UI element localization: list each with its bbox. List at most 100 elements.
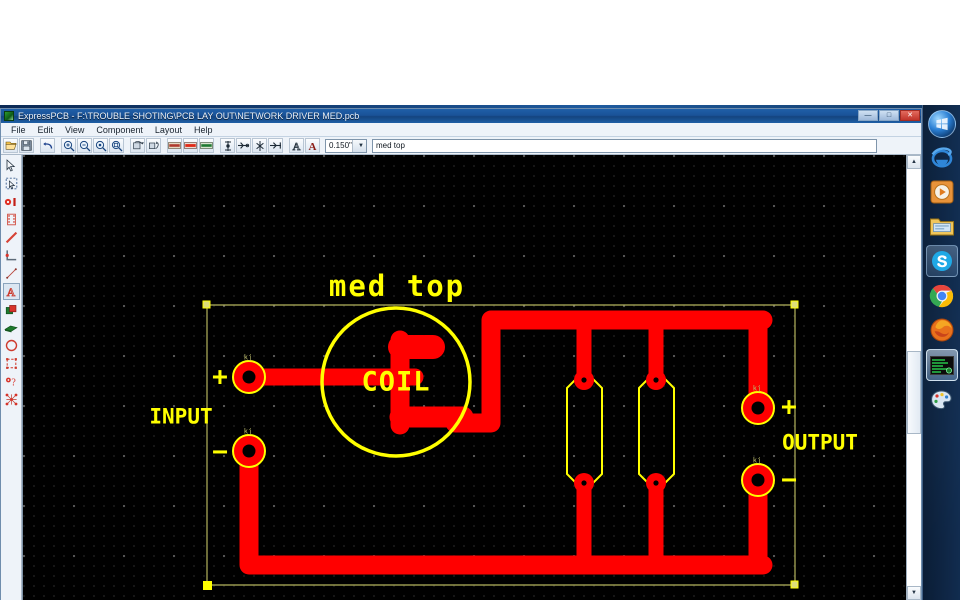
place-component-tool[interactable]: [2, 211, 20, 228]
close-button[interactable]: ✕: [900, 110, 920, 121]
place-pad-tool[interactable]: [2, 193, 20, 210]
expresspcb-window: ExpressPCB - F:\TROUBLE SHOTING\PCB LAY …: [0, 108, 922, 600]
place-rect-outline-tool[interactable]: [2, 355, 20, 372]
flip-component-button[interactable]: [146, 138, 161, 153]
text-bold-icon: A: [309, 141, 317, 152]
text-bold-button[interactable]: A: [305, 138, 320, 153]
top-layer-button[interactable]: [167, 138, 182, 153]
place-circle-tool[interactable]: [2, 337, 20, 354]
pad-tag-output-minus: kj: [752, 456, 762, 465]
text-entry-field[interactable]: med top: [372, 138, 877, 153]
component-outlines: [566, 378, 675, 484]
extend-trace-button[interactable]: [268, 138, 283, 153]
toolbar-separator-1: [35, 138, 39, 153]
menu-file[interactable]: File: [5, 124, 32, 136]
scrollbar-thumb[interactable]: [907, 351, 921, 434]
net-ratsnest-icon: [5, 393, 17, 406]
bottom-layer-button[interactable]: [183, 138, 198, 153]
insert-via-button[interactable]: [220, 138, 235, 153]
toolbar-separator-2: [56, 138, 60, 153]
scroll-down-button[interactable]: ▼: [907, 586, 921, 600]
svg-text:A: A: [309, 141, 317, 152]
zoom-in-button[interactable]: [61, 138, 76, 153]
undo-button[interactable]: [40, 138, 55, 153]
toolbar-separator-4: [162, 138, 166, 153]
pad-tag-input-minus: kj: [243, 427, 253, 436]
place-trace-tool[interactable]: [2, 229, 20, 246]
marquee-select-icon: [5, 177, 17, 190]
expresspcb-icon: [929, 355, 954, 375]
menu-layout[interactable]: Layout: [149, 124, 188, 136]
screen-root: ExpressPCB - F:\TROUBLE SHOTING\PCB LAY …: [0, 0, 960, 600]
skype-button[interactable]: [925, 245, 958, 277]
svg-text:A: A: [293, 141, 301, 152]
firefox-button[interactable]: [927, 315, 957, 345]
insert-via-tool[interactable]: ?: [2, 373, 20, 390]
place-plane-tool[interactable]: [2, 319, 20, 336]
coil-label: COIL: [361, 366, 431, 398]
windows-media-player-button[interactable]: [927, 177, 957, 207]
filled-rectangle-icon: [5, 304, 16, 314]
folder-open-icon: [5, 141, 16, 150]
file-explorer-button[interactable]: [927, 211, 957, 241]
select-tool[interactable]: [2, 157, 20, 174]
bottom-copper-layer-icon: [184, 142, 197, 149]
component-footprint-icon: [6, 213, 16, 226]
svg-text:?: ?: [11, 377, 16, 388]
menu-view[interactable]: View: [59, 124, 90, 136]
start-orb[interactable]: [927, 109, 957, 139]
arrow-cursor-icon: [6, 159, 16, 172]
chevron-down-icon[interactable]: ▼: [351, 139, 366, 152]
text-small-button[interactable]: A: [289, 138, 304, 153]
canvas-vertical-scrollbar[interactable]: ▲ ▼: [906, 155, 921, 600]
rotate-component-button[interactable]: [130, 138, 145, 153]
firefox-icon: [930, 318, 953, 342]
toolbar-separator-6: [284, 138, 288, 153]
main-toolbar: A A 0.150" ▼ med top: [1, 137, 921, 155]
zoom-out-button[interactable]: [77, 138, 92, 153]
silkscreen-layer-button[interactable]: [199, 138, 214, 153]
place-line-tool[interactable]: [2, 265, 20, 282]
place-text-tool[interactable]: A: [2, 283, 20, 300]
select-rectangle-tool[interactable]: [2, 175, 20, 192]
minimize-button[interactable]: —: [858, 110, 878, 121]
net-highlight-tool[interactable]: [2, 391, 20, 408]
magnifier-icon: [95, 140, 106, 151]
pad-input-minus: [232, 434, 266, 468]
pcb-canvas-grid[interactable]: med top COIL INPUT + − OUTPUT + − kj kj …: [23, 155, 906, 600]
windows-logo-icon: [927, 110, 956, 138]
google-chrome-button[interactable]: [927, 281, 957, 311]
zoom-fit-button[interactable]: [93, 138, 108, 153]
internet-explorer-icon: [931, 147, 952, 168]
save-file-button[interactable]: [19, 138, 34, 153]
pcb-canvas-area[interactable]: med top COIL INPUT + − OUTPUT + − kj kj …: [22, 155, 921, 600]
internet-explorer-button[interactable]: [927, 143, 957, 173]
thin-line-icon: [5, 268, 17, 279]
window-titlebar[interactable]: ExpressPCB - F:\TROUBLE SHOTING\PCB LAY …: [1, 109, 921, 123]
menu-help[interactable]: Help: [188, 124, 219, 136]
menu-edit[interactable]: Edit: [32, 124, 60, 136]
split-trace-button[interactable]: [252, 138, 267, 153]
output-minus-label: −: [781, 465, 797, 495]
scroll-up-button[interactable]: ▲: [907, 155, 921, 169]
paint-button[interactable]: [927, 385, 957, 415]
place-trace-corner-tool[interactable]: [2, 247, 20, 264]
trim-trace-button[interactable]: [236, 138, 251, 153]
open-file-button[interactable]: [3, 138, 18, 153]
rect-outline-icon: [5, 358, 17, 369]
place-rect-filled-tool[interactable]: [2, 301, 20, 318]
diagonal-trace-icon: [5, 231, 17, 244]
top-copper-layer-icon: [168, 142, 181, 149]
maximize-button[interactable]: □: [879, 110, 899, 121]
input-label: INPUT: [149, 404, 213, 429]
text-entry-value: med top: [376, 141, 405, 150]
trace-width-select[interactable]: 0.150" ▼: [325, 138, 367, 153]
zoom-area-button[interactable]: [109, 138, 124, 153]
expresspcb-taskbar-button[interactable]: [925, 349, 958, 381]
split-trace-icon: [255, 140, 264, 151]
folder-explorer-icon: [929, 218, 954, 236]
menu-component[interactable]: Component: [90, 124, 149, 136]
pad-input-plus: [232, 360, 266, 394]
input-minus-label: −: [212, 437, 228, 467]
trim-trace-icon: [238, 142, 250, 149]
